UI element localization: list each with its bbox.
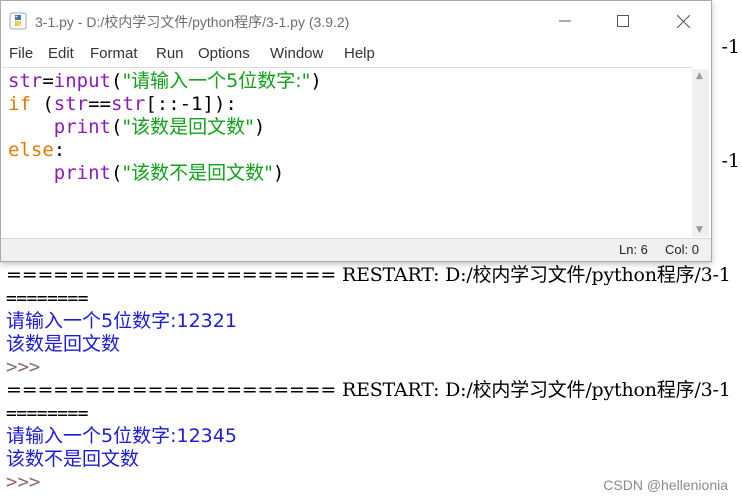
maximize-icon[interactable] (603, 7, 643, 35)
shell-peek-text: -1 (721, 36, 740, 58)
shell-output[interactable]: ===================== RESTART: D:/校内学习文件… (6, 264, 742, 494)
vertical-scrollbar[interactable]: ▲ ▼ (692, 69, 709, 237)
code-token: [::-1]): (145, 93, 237, 115)
code-token: ( (110, 70, 123, 92)
csdn-watermark: CSDN @hellenionia (603, 477, 728, 493)
code-token: ( (30, 93, 54, 115)
menu-help[interactable]: Help (344, 45, 375, 62)
editor-window: 3-1.py - D:/校内学习文件/python程序/3-1.py (3.9.… (0, 0, 712, 262)
code-string: "请输入一个5位数字:" (122, 70, 311, 92)
menu-edit[interactable]: Edit (48, 45, 74, 62)
code-token: == (88, 93, 111, 115)
code-token: print (53, 116, 111, 138)
menu-window[interactable]: Window (270, 45, 323, 62)
program-output-line: 请输入一个5位数字:12345 (6, 425, 237, 447)
python-idle-icon (9, 12, 27, 30)
program-output-line: 该数是回文数 (6, 333, 121, 355)
restart-line: ===================== RESTART: D:/校内学习文件… (6, 379, 731, 401)
minimize-icon[interactable] (545, 7, 585, 35)
code-token: str (111, 93, 146, 115)
code-string: "该数是回文数" (122, 116, 254, 138)
scroll-down-icon[interactable]: ▼ (696, 225, 703, 235)
code-keyword: else (8, 139, 54, 161)
code-string: "该数不是回文数" (122, 162, 273, 184)
menu-file[interactable]: File (9, 45, 33, 62)
shell-prompt: >>> (6, 356, 41, 378)
restart-line: ===================== RESTART: D:/校内学习文件… (6, 264, 731, 286)
menu-bar: File Edit Format Run Options Window Help (1, 41, 711, 67)
status-bar: Ln: 6 Col: 0 (1, 238, 711, 261)
close-icon[interactable] (663, 7, 703, 35)
code-token: print (53, 162, 111, 184)
restart-line-continuation: ======== (6, 403, 89, 424)
code-line-5: print("该数不是回文数") (8, 162, 322, 185)
code-token: ) (310, 70, 322, 92)
code-token: input (53, 70, 111, 92)
code-line-3: print("该数是回文数") (8, 116, 322, 139)
code-token: : (53, 139, 66, 161)
code-token: ) (253, 116, 266, 138)
shell-peek-text: -1 (721, 150, 740, 172)
line-number: Ln: 6 (619, 242, 648, 257)
code-token: = (42, 70, 54, 92)
code-token: str (53, 93, 89, 115)
code-text: str=input("请输入一个5位数字:") if (str==str[::-… (8, 70, 322, 185)
code-line-4: else: (8, 139, 322, 162)
menu-options[interactable]: Options (198, 45, 250, 62)
restart-line-continuation: ======== (6, 288, 89, 309)
code-token: ( (110, 162, 123, 184)
program-output-line: 该数不是回文数 (6, 448, 140, 470)
scroll-up-icon[interactable]: ▲ (696, 71, 703, 81)
program-output-line: 请输入一个5位数字:12321 (6, 310, 237, 332)
code-token: str (8, 70, 43, 92)
code-line-1: str=input("请输入一个5位数字:") (8, 70, 322, 93)
menu-run[interactable]: Run (156, 45, 184, 62)
code-line-2: if (str==str[::-1]): (8, 93, 322, 116)
menu-format[interactable]: Format (90, 45, 138, 62)
column-number: Col: 0 (665, 242, 699, 257)
code-token: ( (110, 116, 123, 138)
title-bar[interactable]: 3-1.py - D:/校内学习文件/python程序/3-1.py (3.9.… (1, 1, 711, 41)
code-token: ) (272, 162, 285, 184)
window-title: 3-1.py - D:/校内学习文件/python程序/3-1.py (3.9.… (35, 14, 350, 30)
code-editor[interactable]: str=input("请输入一个5位数字:") if (str==str[::-… (2, 67, 692, 240)
code-keyword: if (8, 93, 31, 115)
